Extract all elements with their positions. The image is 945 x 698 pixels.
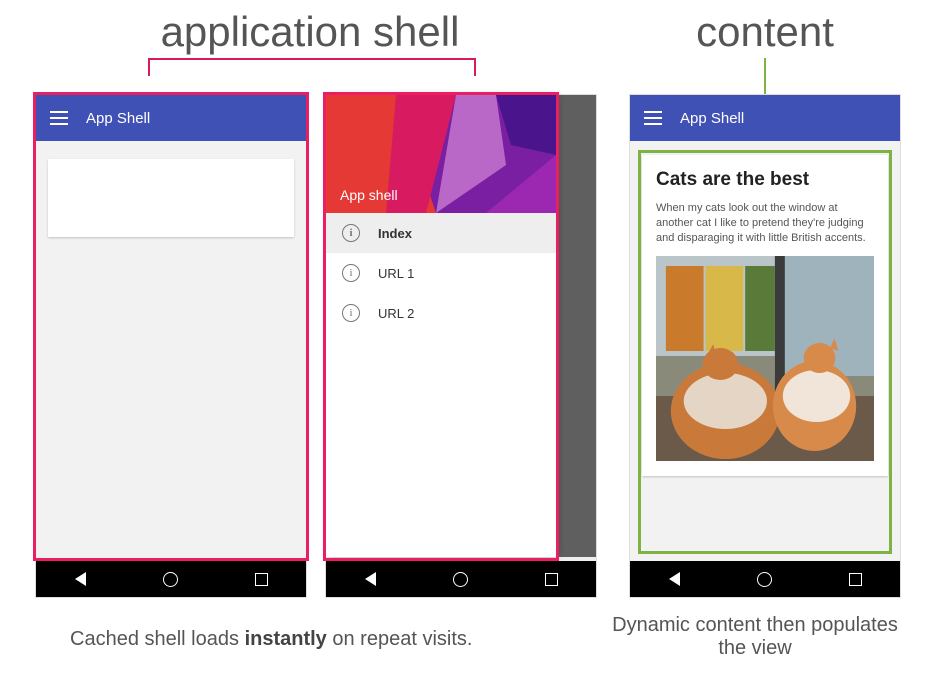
recent-icon[interactable] [255, 573, 268, 586]
article-title: Cats are the best [656, 169, 874, 191]
content-card: Cats are the best When my cats look out … [642, 155, 888, 476]
info-icon: i [342, 304, 360, 322]
drawer-item-index[interactable]: i Index [326, 213, 556, 253]
article-body: When my cats look out the window at anot… [656, 201, 874, 246]
screen-body [36, 141, 306, 561]
app-bar: App Shell [36, 95, 306, 141]
home-icon[interactable] [453, 572, 468, 587]
heading-content: content [655, 8, 875, 56]
caption-shell: Cached shell loads instantly on repeat v… [70, 628, 472, 651]
android-navbar [326, 561, 596, 597]
phone-shell-empty: App Shell [36, 95, 306, 597]
menu-icon[interactable] [644, 111, 662, 125]
drawer-backdrop[interactable] [556, 95, 596, 557]
drawer-item-label: URL 1 [378, 266, 414, 281]
nav-drawer: App shell i Index i URL 1 i URL 2 [326, 95, 556, 557]
article-image [656, 256, 874, 461]
app-title: App Shell [680, 110, 744, 127]
drawer-item-url2[interactable]: i URL 2 [326, 293, 556, 333]
info-icon: i [342, 224, 360, 242]
drawer-item-label: Index [378, 226, 412, 241]
back-icon[interactable] [365, 572, 376, 586]
recent-icon[interactable] [545, 573, 558, 586]
info-icon: i [342, 264, 360, 282]
home-icon[interactable] [163, 572, 178, 587]
back-icon[interactable] [669, 572, 680, 586]
drawer-item-url1[interactable]: i URL 1 [326, 253, 556, 293]
home-icon[interactable] [757, 572, 772, 587]
caption-content: Dynamic content then populates the view [600, 614, 910, 660]
android-navbar [630, 561, 900, 597]
menu-icon[interactable] [50, 111, 68, 125]
recent-icon[interactable] [849, 573, 862, 586]
screen-body: Cats are the best When my cats look out … [630, 141, 900, 561]
app-title: App Shell [86, 110, 150, 127]
drawer-item-label: URL 2 [378, 306, 414, 321]
connector-shell [148, 58, 476, 60]
empty-card [48, 159, 294, 237]
app-bar: App Shell [630, 95, 900, 141]
heading-application-shell: application shell [130, 8, 490, 56]
connector-shell [474, 58, 476, 76]
drawer-hero: App shell [326, 95, 556, 213]
phone-shell-drawer: App shell i Index i URL 1 i URL 2 [326, 95, 596, 597]
connector-shell [148, 58, 150, 76]
android-navbar [36, 561, 306, 597]
phone-content: App Shell Cats are the best When my cats… [630, 95, 900, 597]
back-icon[interactable] [75, 572, 86, 586]
drawer-hero-label: App shell [340, 187, 398, 203]
